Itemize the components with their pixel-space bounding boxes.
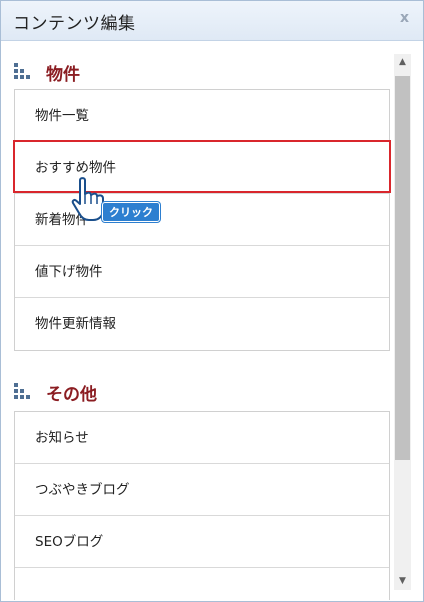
menu-item-partial[interactable]	[15, 568, 389, 600]
scroll-up-icon[interactable]: ▲	[394, 54, 411, 71]
content-panel: 物件 物件一覧 おすすめ物件 新着物件 値下げ物件 物件更新情報 その他 お知ら…	[2, 42, 422, 600]
window-title: コンテンツ編集	[13, 14, 136, 34]
title-bar: コンテンツ編集 x	[1, 1, 423, 41]
menu-item-news[interactable]: お知らせ	[15, 412, 389, 464]
scroll-down-icon[interactable]: ▼	[394, 573, 411, 590]
vertical-scrollbar[interactable]: ▲ ▼	[394, 54, 411, 590]
menu-item-property-list[interactable]: 物件一覧	[15, 90, 389, 142]
scroll-thumb[interactable]	[395, 76, 410, 460]
menu-item-seo-blog[interactable]: SEOブログ	[15, 516, 389, 568]
menu-item-tweet-blog[interactable]: つぶやきブログ	[15, 464, 389, 516]
section-header-other: その他	[14, 376, 384, 406]
content-edit-window: コンテンツ編集 x 物件 物件一覧 おすすめ物件 新着物件 値下げ物件 物件更新…	[0, 0, 424, 602]
menu-item-price-reduced-properties[interactable]: 値下げ物件	[15, 246, 389, 298]
section-icon	[14, 63, 32, 81]
close-icon[interactable]: x	[400, 10, 409, 26]
other-menu-list: お知らせ つぶやきブログ SEOブログ	[14, 411, 390, 600]
section-icon	[14, 383, 32, 401]
section-title: 物件	[46, 65, 80, 85]
section-header-properties: 物件	[14, 56, 384, 86]
section-title: その他	[46, 385, 97, 405]
menu-item-property-updates[interactable]: 物件更新情報	[15, 298, 389, 350]
click-label-badge: クリック	[102, 202, 160, 222]
